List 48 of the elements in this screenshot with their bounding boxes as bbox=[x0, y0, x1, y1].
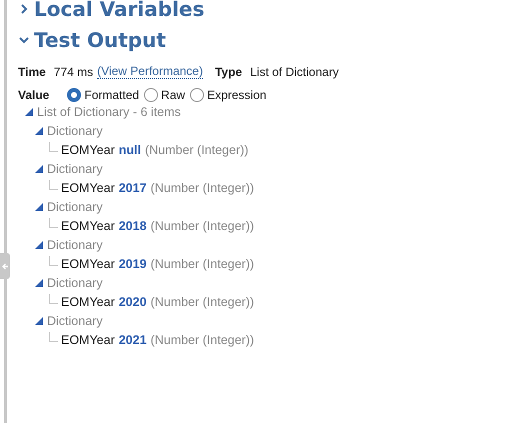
field-type: (Number (Integer)) bbox=[150, 256, 254, 270]
radio-button[interactable] bbox=[190, 88, 204, 102]
field-type: (Number (Integer)) bbox=[150, 332, 254, 346]
time-label: Time bbox=[18, 64, 46, 78]
field-name: EOMYear bbox=[61, 142, 115, 156]
field-name: EOMYear bbox=[61, 180, 115, 194]
field-type: (Number (Integer)) bbox=[150, 180, 254, 194]
view-performance-link[interactable]: (View Performance) bbox=[97, 64, 203, 79]
expanded-triangle-icon[interactable] bbox=[35, 164, 43, 172]
tree-node-label: List of Dictionary - 6 items bbox=[37, 104, 181, 118]
field-name: EOMYear bbox=[61, 294, 115, 308]
field-type: (Number (Integer)) bbox=[144, 142, 248, 156]
field-value: 2020 bbox=[118, 294, 147, 308]
tree-node-label: Dictionary bbox=[47, 124, 103, 138]
time-value: 774 ms bbox=[54, 64, 94, 78]
expanded-triangle-icon[interactable] bbox=[35, 316, 43, 324]
field-value: 2018 bbox=[118, 218, 147, 232]
expanded-triangle-icon[interactable] bbox=[35, 278, 43, 286]
section-header[interactable]: Test Output bbox=[18, 27, 343, 53]
field-value: 2019 bbox=[118, 256, 147, 270]
expanded-triangle-icon[interactable] bbox=[35, 202, 43, 210]
field-name: EOMYear bbox=[61, 218, 115, 232]
radio-option[interactable]: Expression bbox=[190, 88, 266, 102]
tree-node-label: Dictionary bbox=[47, 162, 103, 176]
radio-button[interactable] bbox=[144, 88, 158, 102]
tree-node-label: Dictionary bbox=[47, 238, 103, 252]
left-arrow-icon bbox=[2, 262, 8, 270]
field-value: 2017 bbox=[118, 180, 147, 194]
type-value: List of Dictionary bbox=[250, 64, 339, 78]
expanded-triangle-icon[interactable] bbox=[25, 108, 33, 116]
tree-node-label: Dictionary bbox=[47, 200, 103, 214]
field-name: EOMYear bbox=[61, 256, 115, 270]
tree-node-label: Dictionary bbox=[47, 314, 103, 328]
expanded-triangle-icon[interactable] bbox=[35, 126, 43, 134]
radio-option[interactable]: Raw bbox=[144, 88, 186, 102]
field-name: EOMYear bbox=[61, 332, 115, 346]
field-value: 2021 bbox=[118, 332, 147, 346]
type-label: Type bbox=[214, 64, 242, 78]
value-label: Value bbox=[18, 88, 50, 102]
field-value: null bbox=[118, 142, 141, 156]
field-type: (Number (Integer)) bbox=[150, 294, 254, 308]
radio-button[interactable] bbox=[67, 88, 82, 102]
expanded-triangle-icon[interactable] bbox=[35, 240, 43, 248]
radio-option[interactable]: Formatted bbox=[67, 88, 140, 102]
field-type: (Number (Integer)) bbox=[150, 218, 254, 232]
collapse-handle[interactable] bbox=[0, 253, 10, 279]
tree-node-label: Dictionary bbox=[47, 276, 103, 290]
section-header[interactable]: Local Variables bbox=[18, 0, 343, 22]
